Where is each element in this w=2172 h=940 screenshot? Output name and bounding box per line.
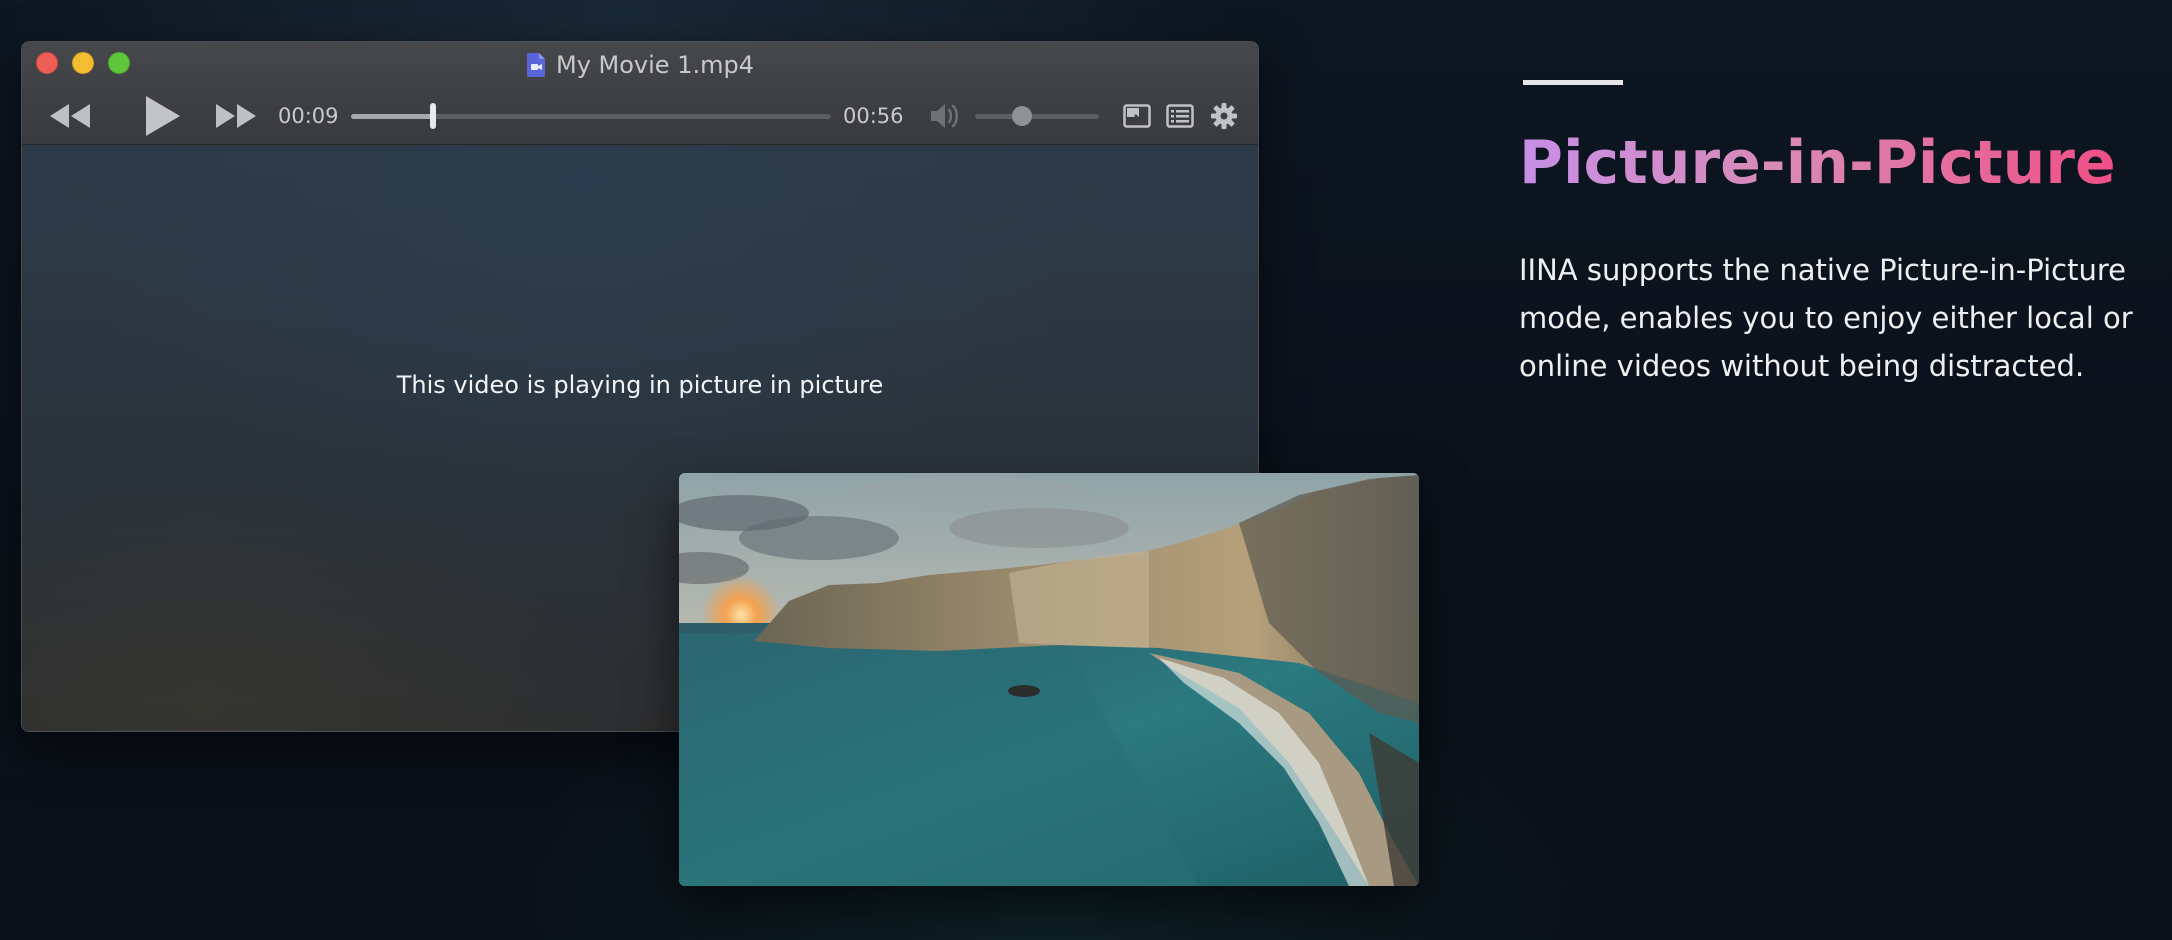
current-time: 00:09 <box>278 104 339 128</box>
playlist-button[interactable] <box>1160 94 1200 138</box>
section-divider <box>1523 80 1623 85</box>
total-time: 00:56 <box>843 104 904 128</box>
play-icon <box>146 96 180 136</box>
fast-forward-button[interactable] <box>210 94 262 138</box>
pip-window[interactable] <box>679 473 1419 886</box>
picture-in-picture-icon <box>1123 104 1151 128</box>
rewind-icon <box>50 104 90 128</box>
settings-button[interactable] <box>1204 94 1244 138</box>
mute-button[interactable] <box>925 94 965 138</box>
seek-bar[interactable] <box>351 103 831 129</box>
play-button[interactable] <box>136 94 188 138</box>
speaker-icon <box>931 104 958 128</box>
fast-forward-icon <box>216 104 256 128</box>
player-titlebar: My Movie 1.mp4 00:09 00:56 <box>22 42 1258 145</box>
playlist-icon <box>1166 104 1194 128</box>
feature-title: Picture-in-Picture <box>1519 120 2116 206</box>
feature-description: IINA supports the native Picture-in-Pict… <box>1519 253 2133 383</box>
window-title: My Movie 1.mp4 <box>22 50 1258 80</box>
gear-icon <box>1211 103 1237 129</box>
seek-bar-fill <box>351 114 433 119</box>
pip-button[interactable] <box>1117 94 1157 138</box>
playback-controls: 00:09 00:56 <box>22 94 1258 138</box>
coastal-cliff-sunset-image <box>679 473 1419 886</box>
rewind-button[interactable] <box>44 94 96 138</box>
window-title-text: My Movie 1.mp4 <box>556 51 754 79</box>
volume-slider-knob[interactable] <box>1012 106 1033 126</box>
volume-slider[interactable] <box>975 106 1099 126</box>
seek-bar-knob[interactable] <box>429 103 436 129</box>
pip-status-message: This video is playing in picture in pict… <box>396 371 884 399</box>
video-file-icon <box>527 53 545 77</box>
